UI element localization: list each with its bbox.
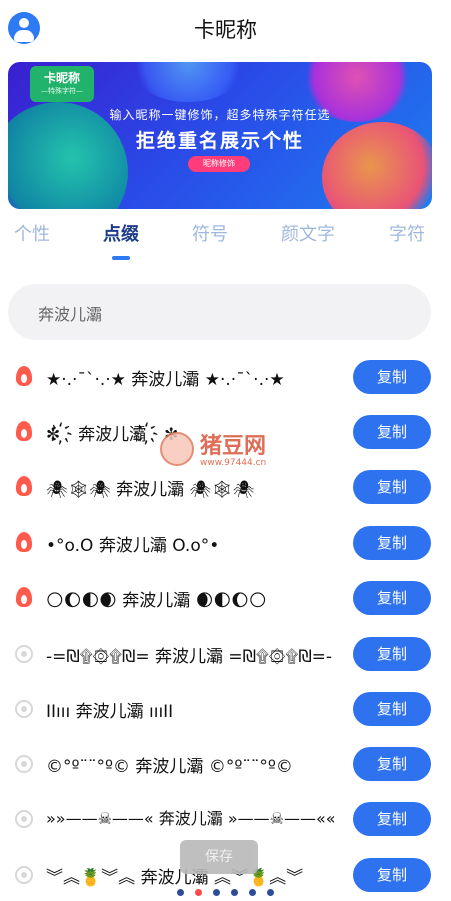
- page-dot[interactable]: [177, 889, 184, 896]
- active-tab-indicator: [112, 256, 130, 260]
- nickname-text: ΙΙııı 奔波儿灞 ıııΙΙ: [46, 701, 174, 722]
- nickname-text: 🌕🌔🌓🌒 奔波儿灞 🌒🌓🌔🌕: [46, 590, 267, 611]
- list-item: ©°º¨¨°º© 奔波儿灞 ©°º¨¨°º© 复制: [0, 736, 451, 792]
- page-dot[interactable]: [249, 889, 256, 896]
- page-indicator: [0, 889, 451, 899]
- copy-button[interactable]: 复制: [353, 858, 431, 892]
- watermark-logo: 猪豆网 www.97444.cn: [160, 428, 310, 474]
- page-dot[interactable]: [267, 889, 274, 896]
- copy-button[interactable]: 复制: [353, 581, 431, 615]
- nickname-text: »»——☠——« 奔波儿灞 »——☠——««: [46, 809, 336, 828]
- radio-dot-icon: [14, 681, 34, 737]
- app-header: 卡昵称: [0, 0, 451, 56]
- banner-tagline: 输入昵称一键修饰，超多特殊字符任选: [109, 108, 331, 122]
- nickname-text: -=₪۩۞۩₪= 奔波儿灞 =₪۩۞۩₪=-: [46, 646, 333, 667]
- list-item: »»——☠——« 奔波儿灞 »——☠——«« 复制: [0, 791, 451, 847]
- promo-banner[interactable]: 卡昵称 —特殊字符— 输入昵称一键修饰，超多特殊字符任选 拒绝重名展示个性 昵称…: [8, 62, 432, 209]
- save-button[interactable]: 保存: [180, 840, 258, 874]
- fire-icon: [14, 570, 34, 626]
- radio-dot-icon: [14, 736, 34, 792]
- list-item: ★·.·¯`·.·★ 奔波儿灞 ★·.·¯`·.·★ 复制: [0, 349, 451, 405]
- page-dot[interactable]: [195, 889, 202, 896]
- tab-fuhao[interactable]: 符号: [192, 220, 228, 246]
- radio-dot-icon: [14, 791, 34, 847]
- nickname-input[interactable]: 奔波儿灞: [8, 284, 431, 340]
- list-item: -=₪۩۞۩₪= 奔波儿灞 =₪۩۞۩₪=- 复制: [0, 626, 451, 682]
- copy-button[interactable]: 复制: [353, 802, 431, 836]
- nickname-input-value: 奔波儿灞: [38, 305, 103, 324]
- copy-button[interactable]: 复制: [353, 747, 431, 781]
- copy-button[interactable]: 复制: [353, 692, 431, 726]
- copy-button[interactable]: 复制: [353, 360, 431, 394]
- banner-pill[interactable]: 昵称修饰: [188, 156, 250, 172]
- banner-headline: 拒绝重名展示个性: [135, 130, 304, 152]
- tab-yanwenzi[interactable]: 颜文字: [281, 220, 335, 246]
- fire-icon: [14, 349, 34, 405]
- page-title: 卡昵称: [194, 18, 257, 42]
- list-item: ΙΙııı 奔波儿灞 ıııΙΙ 复制: [0, 681, 451, 737]
- banner-badge: 卡昵称 —特殊字符—: [30, 66, 94, 102]
- nickname-text: •°o.O 奔波儿灞 O.o°•: [46, 535, 220, 556]
- nickname-text: ©°º¨¨°º© 奔波儿灞 ©°º¨¨°º©: [46, 756, 293, 777]
- tab-zifu[interactable]: 字符: [389, 220, 425, 246]
- category-tabs: 个性 点缀 符号 颜文字 字符: [0, 220, 451, 260]
- watermark-name: 猪豆网: [200, 434, 267, 459]
- copy-button[interactable]: 复制: [353, 415, 431, 449]
- fire-icon: [14, 459, 34, 515]
- page-dot[interactable]: [231, 889, 238, 896]
- copy-button[interactable]: 复制: [353, 637, 431, 671]
- tab-gexing[interactable]: 个性: [14, 220, 50, 246]
- list-item: •°o.O 奔波儿灞 O.o°• 复制: [0, 515, 451, 571]
- fire-icon: [14, 404, 34, 460]
- copy-button[interactable]: 复制: [353, 470, 431, 504]
- list-item: 🌕🌔🌓🌒 奔波儿灞 🌒🌓🌔🌕 复制: [0, 570, 451, 626]
- pig-logo-icon: [160, 432, 194, 466]
- fire-icon: [14, 515, 34, 571]
- nickname-text: ★·.·¯`·.·★ 奔波儿灞 ★·.·¯`·.·★: [46, 369, 285, 390]
- copy-button[interactable]: 复制: [353, 526, 431, 560]
- banner-badge-subtitle: —特殊字符—: [41, 87, 83, 95]
- page-dot[interactable]: [213, 889, 220, 896]
- banner-badge-title: 卡昵称: [43, 71, 80, 85]
- radio-dot-icon: [14, 626, 34, 682]
- tab-dianzhui[interactable]: 点缀: [103, 220, 139, 246]
- watermark-url: www.97444.cn: [200, 458, 267, 468]
